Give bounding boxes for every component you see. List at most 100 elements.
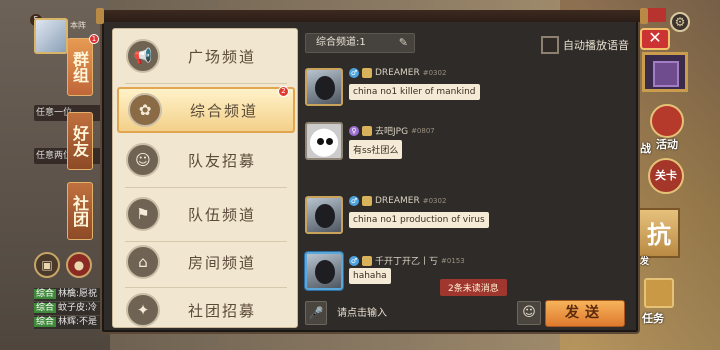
avatar[interactable]	[305, 68, 343, 106]
activity-label: 活动	[656, 138, 678, 151]
lantern-icon[interactable]: ●	[66, 252, 92, 278]
message-bubble[interactable]: 有ss社团么	[349, 140, 403, 159]
sender-name: 千开丁开乙丨丂	[375, 257, 439, 267]
task-label: 任务	[642, 312, 664, 325]
autoplay-voice-checkbox[interactable]	[541, 36, 559, 54]
chat-tag: 综合	[34, 289, 57, 299]
divider	[125, 287, 287, 288]
avatar-face	[315, 76, 335, 100]
message-bubble[interactable]: china no1 production of virus	[349, 212, 489, 228]
message-bubble[interactable]: hahaha	[349, 268, 391, 284]
flower-icon: ✿	[128, 93, 162, 127]
gender-female-icon: ♀	[349, 125, 359, 136]
message-bubble[interactable]: china no1 killer of mankind	[349, 84, 480, 100]
channel-list: 📢 广场频道 ✿ 综合频道 2 ☺ 队友招募 ⚑ 队伍频道 ⌂ 房间频道 ✦ 社…	[112, 28, 298, 328]
chat-panel: 📢 广场频道 ✿ 综合频道 2 ☺ 队友招募 ⚑ 队伍频道 ⌂ 房间频道 ✦ 社…	[96, 8, 648, 334]
sender-name: 去吧JPG	[375, 127, 409, 137]
channel-name-field[interactable]: 综合频道:1 ✎	[305, 33, 415, 53]
group-notification-badge: 1	[89, 34, 99, 44]
message-list[interactable]: ♂ DREAMER #0302 china no1 killer of manki…	[305, 62, 635, 298]
side-tab-group[interactable]: 群组	[67, 38, 93, 96]
rank-icon	[362, 125, 372, 136]
sender-name: DREAMER	[375, 68, 420, 78]
chat-tag: 综合	[34, 303, 57, 313]
message-sender: ♂ DREAMER #0302	[349, 68, 446, 78]
message-sender: ♂ 千开丁开乙丨丂 #0153	[349, 254, 465, 267]
task-scroll-icon[interactable]	[644, 278, 674, 308]
avatar[interactable]	[305, 196, 343, 234]
avatar[interactable]	[305, 122, 343, 160]
avatar[interactable]	[305, 252, 343, 290]
house-icon: ⌂	[126, 245, 160, 279]
side-tab-friends[interactable]: 好友	[67, 112, 93, 170]
war-label: 战	[640, 142, 651, 155]
sender-name: DREAMER	[375, 196, 420, 206]
channel-general[interactable]: ✿ 综合频道 2	[117, 86, 295, 133]
sender-uid: #0302	[422, 69, 447, 77]
teammates-icon: ☺	[126, 143, 160, 177]
channel-label: 综合频道	[190, 101, 259, 120]
sender-uid: #0153	[441, 256, 465, 265]
channel-label: 广场频道	[188, 47, 257, 66]
edit-pencil-icon[interactable]: ✎	[399, 34, 408, 52]
gender-male-icon: ♂	[349, 68, 359, 78]
rank-icon	[362, 255, 372, 266]
side-tab-label: 社团	[70, 195, 89, 227]
channel-guild-recruit[interactable]: ✦ 社团招募	[117, 289, 295, 331]
unread-badge: 2	[278, 86, 289, 97]
rank-icon	[362, 196, 372, 206]
event-banner[interactable]	[642, 52, 688, 92]
side-tab-label: 好友	[70, 125, 89, 157]
guild-crest-icon: ✦	[126, 293, 160, 327]
sender-uid: #0302	[422, 197, 447, 205]
chat-text-input[interactable]	[331, 301, 513, 325]
gear-icon[interactable]: ⚙	[670, 12, 690, 32]
chat-text: 蚊子皮:冷	[58, 303, 98, 313]
emoji-icon[interactable]: ☺	[517, 301, 541, 325]
chat-text: 林辉:不是	[58, 317, 98, 327]
world-chat-line[interactable]: 综合 蚊子皮:冷	[34, 302, 110, 315]
send-button[interactable]: 发送	[545, 300, 625, 327]
close-icon: ✕	[648, 28, 662, 47]
channel-label: 社团招募	[188, 301, 257, 320]
sender-uid: #0807	[411, 126, 435, 135]
channel-plaza[interactable]: 📢 广场频道	[117, 35, 295, 77]
banner-icon: ⚑	[126, 197, 160, 231]
channel-label: 房间频道	[188, 253, 257, 272]
panel-top-bar	[96, 8, 648, 24]
gender-male-icon: ♂	[349, 196, 359, 206]
activity-icon[interactable]	[650, 104, 684, 138]
channel-teammate-recruit[interactable]: ☺ 队友招募	[117, 139, 295, 181]
side-tab-label: 群组	[70, 51, 89, 83]
microphone-icon[interactable]: 🎤	[305, 301, 327, 325]
world-chat-line[interactable]: 综合 林檎:愿祝	[34, 288, 110, 301]
stage-label: 关卡	[655, 169, 677, 182]
channel-team[interactable]: ⚑ 队伍频道	[117, 193, 295, 235]
hud-snippet: 发	[640, 257, 650, 267]
side-tab-guild[interactable]: 社团	[67, 182, 93, 240]
megaphone-icon: 📢	[126, 39, 160, 73]
channel-name-text: 综合频道:1	[316, 37, 366, 48]
gender-male-icon: ♂	[349, 255, 359, 266]
world-chat-line[interactable]: 综合 林辉:不是	[34, 316, 110, 329]
channel-room[interactable]: ⌂ 房间频道	[117, 241, 295, 283]
chat-input-bar: 🎤 ☺ 发送	[305, 300, 635, 327]
message-sender: ♀ 去吧JPG #0807	[349, 124, 435, 137]
rank-icon	[362, 68, 372, 78]
hud-snippet: 本阵	[70, 21, 86, 30]
close-button[interactable]: ✕	[640, 28, 670, 50]
chat-text: 林檎:愿祝	[58, 289, 98, 299]
avatar-face	[315, 204, 335, 228]
message-sender: ♂ DREAMER #0302	[349, 196, 446, 206]
chat-tag: 综合	[34, 317, 57, 327]
unread-messages-notice[interactable]: 2条未读消息	[440, 279, 507, 296]
player-portrait[interactable]	[34, 18, 68, 54]
channel-label: 队友招募	[188, 151, 257, 170]
autoplay-voice-label: 自动播放语音	[563, 39, 629, 52]
divider	[125, 187, 287, 188]
panda-face	[315, 130, 335, 154]
stage-button[interactable]: 关卡	[648, 158, 684, 194]
resist-event-icon[interactable]: 抗	[638, 208, 680, 258]
bag-icon[interactable]: ▣	[34, 252, 60, 278]
divider	[125, 83, 287, 84]
